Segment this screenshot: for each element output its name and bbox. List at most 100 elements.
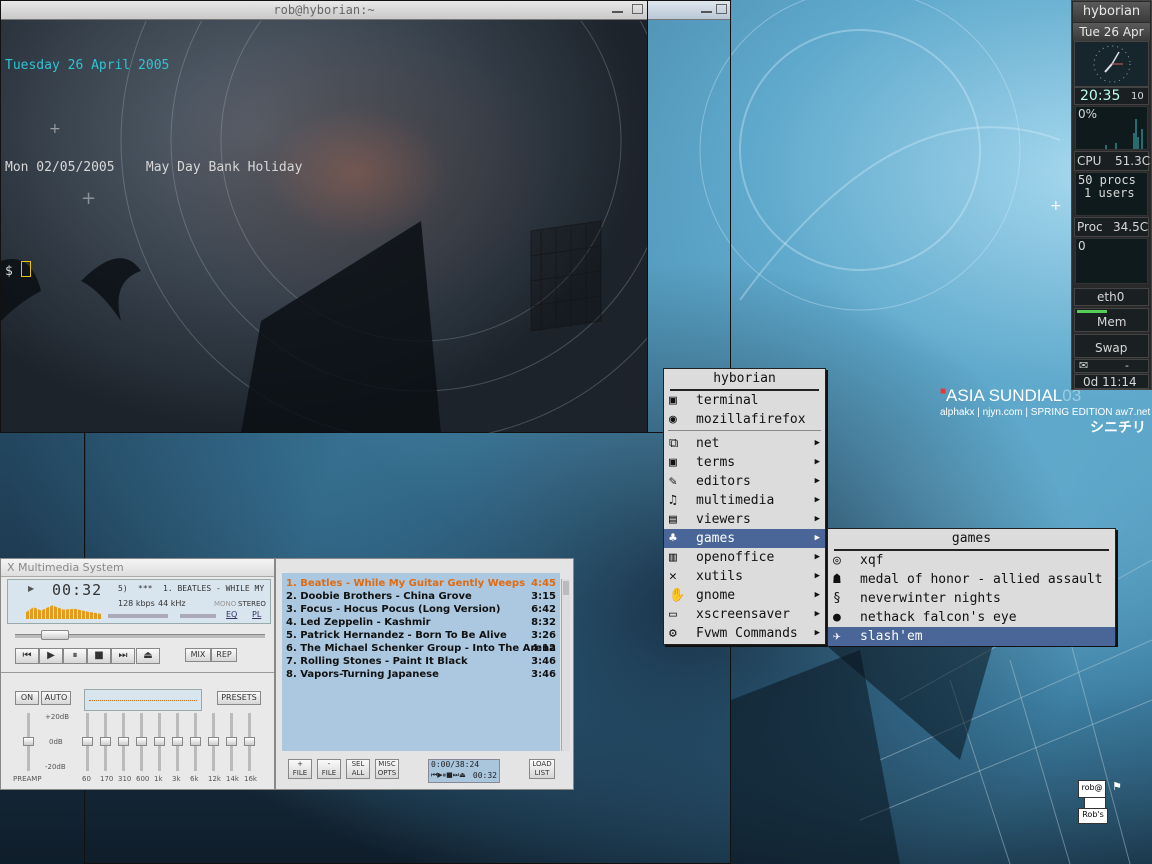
games-item-neverwinter-nights[interactable]: § neverwinter nights bbox=[828, 589, 1115, 608]
playlist-scrollbar[interactable] bbox=[561, 579, 570, 751]
gkrellm-monitor[interactable]: hyborian Tue 26 Apr 20:35 10 0% CPU 51.3… bbox=[1071, 0, 1152, 390]
eq-band-slider[interactable] bbox=[190, 713, 201, 771]
preamp-slider[interactable] bbox=[23, 713, 34, 771]
eq-band-knob[interactable] bbox=[100, 737, 111, 746]
desktop-flag-icon[interactable]: ⚑ bbox=[1112, 780, 1122, 793]
playlist-row[interactable]: 4. Led Zeppelin - Kashmir 8:32 bbox=[282, 616, 560, 629]
root-menu[interactable]: hyborian ▣ terminal ◉ mozillafirefox ⧉ net ▶ ▣ t… bbox=[663, 368, 826, 645]
eq-band-knob[interactable] bbox=[118, 737, 129, 746]
eq-band-slider[interactable] bbox=[82, 713, 93, 771]
playlist-button-file[interactable]: - FILE bbox=[317, 759, 341, 779]
next-button[interactable]: ⏭ bbox=[111, 648, 135, 664]
eq-band-slider[interactable] bbox=[136, 713, 147, 771]
games-icon: ♣ bbox=[669, 531, 677, 546]
menu-item-multimedia[interactable]: ♫ multimedia ▶ bbox=[664, 491, 825, 510]
playlist-row[interactable]: 6. The Michael Schenker Group - Into The… bbox=[282, 642, 560, 655]
load-list-button[interactable]: LOAD LIST bbox=[529, 759, 555, 779]
mail-icon[interactable]: ✉ bbox=[1079, 359, 1088, 372]
menu-item-net[interactable]: ⧉ net ▶ bbox=[664, 434, 825, 453]
stereo-indicator: STEREO bbox=[238, 600, 266, 608]
playlist-button-file[interactable]: + FILE bbox=[288, 759, 312, 779]
eq-auto-button[interactable]: AUTO bbox=[41, 691, 71, 705]
playlist-row[interactable]: 2. Doobie Brothers - China Grove 3:15 bbox=[282, 590, 560, 603]
eq-band-label: 14k bbox=[226, 775, 239, 783]
menu-item-viewers[interactable]: ▤ viewers ▶ bbox=[664, 510, 825, 529]
eq-band-knob[interactable] bbox=[244, 737, 255, 746]
eq-band-slider[interactable] bbox=[226, 713, 237, 771]
games-item-medal-of-honor-allied-assault[interactable]: ☗ medal of honor - allied assault bbox=[828, 570, 1115, 589]
menu-item-games[interactable]: ♣ games ▶ bbox=[664, 529, 825, 548]
menu-item-xscreensaver[interactable]: ▭ xscreensaver ▶ bbox=[664, 605, 825, 624]
xmms-titlebar[interactable]: X Multimedia System bbox=[1, 559, 274, 577]
maximize-button[interactable] bbox=[716, 4, 727, 14]
games-submenu[interactable]: games ◎ xqf ☗ medal of honor - allied assau… bbox=[827, 528, 1116, 646]
playlist-button-bottom: OPTS bbox=[377, 769, 397, 777]
play-button[interactable]: ▶ bbox=[39, 648, 63, 664]
eq-band-knob[interactable] bbox=[82, 737, 93, 746]
eject-button[interactable]: ⏏ bbox=[136, 648, 160, 664]
playlist-button-selall[interactable]: SEL ALL bbox=[346, 759, 370, 779]
eq-toggle[interactable]: EQ bbox=[226, 610, 237, 619]
playlist-row[interactable]: 7. Rolling Stones - Paint It Black 3:46 bbox=[282, 655, 560, 668]
playlist-row[interactable]: 1. Beatles - While My Guitar Gently Weep… bbox=[282, 577, 560, 590]
background-window-titlebar[interactable] bbox=[648, 1, 730, 20]
playlist-row[interactable]: 5. Patrick Hernandez - Born To Be Alive 3… bbox=[282, 629, 560, 642]
prev-button[interactable]: ⏮ bbox=[15, 648, 39, 664]
cpu-label: CPU bbox=[1077, 154, 1102, 168]
eq-band-knob[interactable] bbox=[226, 737, 237, 746]
playlist-button-miscopts[interactable]: MISC OPTS bbox=[375, 759, 399, 779]
eq-on-button[interactable]: ON bbox=[15, 691, 39, 705]
eq-band-knob[interactable] bbox=[208, 737, 219, 746]
eq-band-slider[interactable] bbox=[172, 713, 183, 771]
menu-item-terms[interactable]: ▣ terms ▶ bbox=[664, 453, 825, 472]
eq-band-slider[interactable] bbox=[244, 713, 255, 771]
balance-slider[interactable] bbox=[108, 614, 168, 618]
menu-item-openoffice[interactable]: ▥ openoffice ▶ bbox=[664, 548, 825, 567]
eq-band-knob[interactable] bbox=[172, 737, 183, 746]
pause-button[interactable]: ⏸ bbox=[63, 648, 87, 664]
menu-item-editors[interactable]: ✎ editors ▶ bbox=[664, 472, 825, 491]
maximize-button[interactable] bbox=[632, 4, 643, 14]
xqf-icon: ◎ bbox=[833, 553, 841, 568]
eq-presets-button[interactable]: PRESETS bbox=[217, 691, 261, 705]
menu-item-gnome[interactable]: ✋ gnome ▶ bbox=[664, 586, 825, 605]
terminal-content[interactable]: Tuesday 26 April 2005 Mon 02/05/2005 May… bbox=[5, 23, 302, 314]
playlist-row[interactable]: 3. Focus - Hocus Pocus (Long Version) 6:4… bbox=[282, 603, 560, 616]
preamp-knob[interactable] bbox=[23, 737, 34, 746]
minimize-button[interactable] bbox=[701, 4, 712, 13]
desktop-home-icon[interactable]: Rob's bbox=[1078, 808, 1108, 824]
net-value: 0 bbox=[1078, 239, 1086, 253]
terminal-titlebar[interactable]: rob@hyborian:~ bbox=[1, 1, 647, 20]
minimize-button[interactable] bbox=[612, 4, 623, 13]
menu-item-mozillafirefox[interactable]: ◉ mozillafirefox bbox=[664, 410, 825, 429]
xmms-player[interactable]: X Multimedia System ▶ 00:32 5) *** 1. BE… bbox=[0, 558, 275, 790]
menu-item-fvwm-commands[interactable]: ⚙ Fvwm Commands ▶ bbox=[664, 624, 825, 643]
stop-button[interactable]: ■ bbox=[87, 648, 111, 664]
games-item-xqf[interactable]: ◎ xqf bbox=[828, 551, 1115, 570]
playlist-row[interactable]: 8. Vapors-Turning Japanese 3:46 bbox=[282, 668, 560, 681]
eq-band-slider[interactable] bbox=[154, 713, 165, 771]
eq-band-slider[interactable] bbox=[118, 713, 129, 771]
games-item-slash-em[interactable]: ✈ slash'em bbox=[828, 627, 1115, 646]
menu-item-terminal[interactable]: ▣ terminal bbox=[664, 391, 825, 410]
eq-band-knob[interactable] bbox=[154, 737, 165, 746]
playlist-mini-controls[interactable]: ⏮▶⏸■⏭⏏ bbox=[431, 771, 466, 780]
menu-item-xutils[interactable]: ✕ xutils ▶ bbox=[664, 567, 825, 586]
xmms-playlist[interactable]: 1. Beatles - While My Guitar Gently Weep… bbox=[275, 558, 574, 790]
eq-band-slider[interactable] bbox=[208, 713, 219, 771]
eq-band-knob[interactable] bbox=[190, 737, 201, 746]
screensaver-icon: ▭ bbox=[669, 607, 677, 622]
seek-handle[interactable] bbox=[41, 630, 69, 640]
terminal-window[interactable]: rob@hyborian:~ + + Tuesday 26 April 2005… bbox=[0, 0, 648, 433]
playlist-tracks[interactable]: 1. Beatles - While My Guitar Gently Weep… bbox=[282, 573, 560, 751]
playlist-toggle[interactable]: PL bbox=[252, 610, 261, 619]
desktop-terminal-icon[interactable]: rob@ bbox=[1078, 780, 1106, 798]
games-item-nethack-falcon-s-eye[interactable]: ● nethack falcon's eye bbox=[828, 608, 1115, 627]
repeat-button[interactable]: REP bbox=[211, 648, 237, 662]
eq-band-knob[interactable] bbox=[136, 737, 147, 746]
volume-slider[interactable] bbox=[180, 614, 216, 618]
bitrate-value: 128 bbox=[118, 599, 134, 608]
shuffle-button[interactable]: MIX bbox=[185, 648, 211, 662]
playlist-scroll-thumb[interactable] bbox=[563, 581, 569, 595]
eq-band-slider[interactable] bbox=[100, 713, 111, 771]
